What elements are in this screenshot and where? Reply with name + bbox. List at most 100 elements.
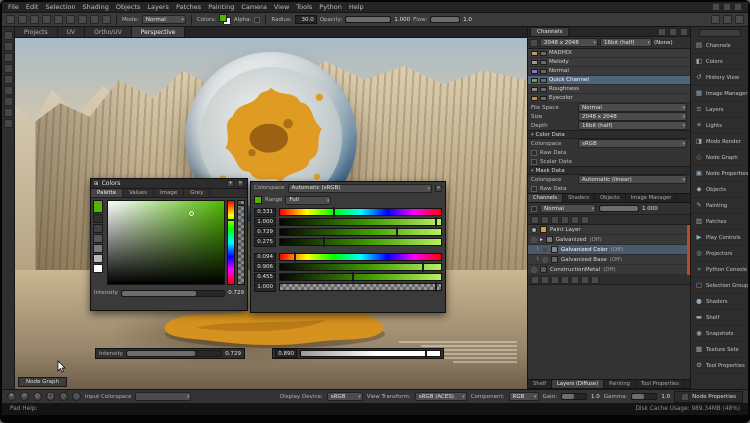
undo-icon[interactable] — [42, 15, 51, 24]
projection-icon[interactable] — [723, 15, 732, 24]
filter-group-icon[interactable] — [581, 216, 589, 224]
flow-slider[interactable] — [430, 16, 460, 23]
range-dropdown[interactable]: Full — [285, 196, 331, 205]
dock-tab-shaders[interactable]: Shaders — [563, 194, 595, 202]
colorspace-dropdown[interactable]: sRGB — [578, 139, 687, 148]
layer-row[interactable]: └ Galvanized Base (Off) — [528, 255, 690, 265]
symmetry-icon[interactable] — [711, 15, 720, 24]
warp-tool-icon[interactable] — [4, 97, 13, 106]
menu-tools[interactable]: Tools — [296, 3, 312, 11]
tab-palette[interactable]: Palette — [91, 189, 123, 197]
scalar-data-checkbox[interactable] — [531, 159, 537, 165]
layer-visibility-icon[interactable] — [531, 227, 537, 233]
file-space-dropdown[interactable]: Normal — [578, 103, 687, 112]
layer-visibility-icon[interactable] — [542, 257, 548, 263]
dock-tab-tool-properties[interactable]: Tool Properties — [636, 380, 685, 388]
pan-view-icon[interactable]: ✛ — [7, 392, 16, 401]
green-gradient-slider[interactable] — [279, 218, 442, 226]
green-gradient-slider[interactable] — [279, 238, 442, 246]
blur-tool-icon[interactable] — [4, 53, 13, 62]
add-group-icon[interactable] — [541, 276, 549, 284]
layer-visibility-icon[interactable] — [531, 237, 537, 243]
vector-tool-icon[interactable] — [4, 86, 13, 95]
swatch[interactable] — [93, 200, 103, 213]
rotate-view-icon[interactable]: ⟳ — [20, 392, 29, 401]
green-gradient-slider[interactable] — [279, 228, 442, 236]
settings-icon[interactable] — [723, 3, 731, 11]
eraser-tool-icon[interactable] — [78, 15, 87, 24]
channel-row[interactable]: Normal — [528, 67, 690, 76]
hue-gradient-slider[interactable] — [279, 253, 442, 261]
menu-objects[interactable]: Objects — [116, 3, 141, 11]
menu-view[interactable]: View — [274, 3, 289, 11]
gamma-slider[interactable] — [631, 393, 657, 400]
layer-row[interactable]: ▸ Galvanized (Off) — [528, 235, 690, 245]
menu-selection[interactable]: Selection — [45, 3, 75, 11]
menu-edit[interactable]: Edit — [26, 3, 39, 11]
help-icon[interactable] — [734, 3, 742, 11]
brush-tool-icon[interactable] — [66, 15, 75, 24]
palette-node-graph[interactable]: ◇Node Graph — [691, 150, 748, 166]
slider-value[interactable]: 1.000 — [254, 218, 276, 227]
dock-tab-layers[interactable]: Layers (Diffuse) — [552, 380, 604, 388]
redo-icon[interactable] — [54, 15, 63, 24]
frame-view-icon[interactable]: □ — [46, 392, 55, 401]
view-transform-dropdown[interactable]: sRGB (ACES) — [415, 392, 467, 401]
hue-gradient-slider[interactable] — [279, 208, 442, 216]
floating-value-field[interactable]: 0.890 — [275, 349, 297, 358]
layer-visibility-icon[interactable] — [542, 247, 548, 253]
slider-value[interactable]: 0.275 — [254, 238, 276, 247]
menu-help[interactable]: Help — [349, 3, 364, 11]
display-device-dropdown[interactable]: sRGB — [327, 392, 363, 401]
new-project-icon[interactable] — [6, 15, 15, 24]
menu-shading[interactable]: Shading — [82, 3, 108, 11]
dock-tab-image-manager[interactable]: Image Manager — [626, 194, 678, 202]
foreground-background-swatches[interactable] — [219, 14, 231, 25]
palette-selection-groups[interactable]: ▢Selection Groups — [691, 278, 748, 294]
channel-row[interactable]: Eyecolor — [528, 94, 690, 103]
opacity-slider[interactable] — [345, 16, 391, 23]
floating-intensity-slider[interactable] — [126, 350, 222, 357]
menu-layers[interactable]: Layers — [147, 3, 169, 11]
snapshot-icon[interactable] — [735, 15, 744, 24]
layer-row[interactable]: ConstructionMetal (Off) — [528, 265, 690, 275]
palette-shelf[interactable]: ▬Shelf — [691, 310, 748, 326]
swatch[interactable] — [93, 234, 103, 243]
eyedropper-tool-icon[interactable] — [4, 108, 13, 117]
tab-perspective[interactable]: Perspective — [132, 27, 186, 37]
delete-layer-icon[interactable] — [591, 276, 599, 284]
swatch[interactable] — [93, 224, 103, 233]
palette-tool-properties[interactable]: ⚙Tool Properties — [691, 358, 748, 374]
marquee-tool-icon[interactable] — [4, 119, 13, 128]
dock-tab-objects[interactable]: Objects — [595, 194, 626, 202]
radius-field[interactable]: 30.0 — [295, 15, 317, 24]
layer-row-selected[interactable]: └ Galvanized Color (Off) — [528, 245, 690, 255]
channel-row[interactable]: Melody — [528, 58, 690, 67]
alpha-checkbox[interactable] — [254, 17, 260, 23]
mode-dropdown[interactable]: Normal — [142, 15, 186, 24]
reset-view-icon[interactable]: ○ — [72, 392, 81, 401]
remove-channel-icon[interactable] — [669, 28, 677, 36]
group-caret-icon[interactable]: ▸ — [540, 237, 543, 243]
tab-values[interactable]: Values — [123, 189, 154, 197]
palette-python-console[interactable]: »Python Console — [691, 262, 748, 278]
transform-tool-icon[interactable] — [90, 15, 99, 24]
palette-image-manager[interactable]: ▦Image Manager — [691, 86, 748, 102]
palette-texture-sets[interactable]: ▩Texture Sets — [691, 342, 748, 358]
swatch[interactable] — [93, 254, 103, 263]
tab-ortho-uv[interactable]: Ortho/UV — [85, 27, 132, 37]
filter-all-icon[interactable] — [531, 216, 539, 224]
gain-slider[interactable] — [561, 393, 587, 400]
save-icon[interactable] — [30, 15, 39, 24]
channel-size-dropdown[interactable]: 2048 x 2048 — [540, 38, 598, 47]
channel-menu-icon[interactable] — [680, 28, 688, 36]
filter-paint-icon[interactable] — [541, 216, 549, 224]
channels-palette-tab[interactable]: Channels — [530, 27, 569, 36]
layer-opacity-slider[interactable] — [599, 205, 639, 212]
add-adjustment-icon[interactable] — [551, 276, 559, 284]
mask-raw-data-checkbox[interactable] — [531, 186, 537, 192]
green-gradient-slider[interactable] — [279, 273, 442, 281]
add-channel-icon[interactable] — [658, 28, 666, 36]
palette-dock-handle[interactable] — [699, 29, 741, 37]
layer-row[interactable]: Paint Layer — [528, 225, 690, 235]
